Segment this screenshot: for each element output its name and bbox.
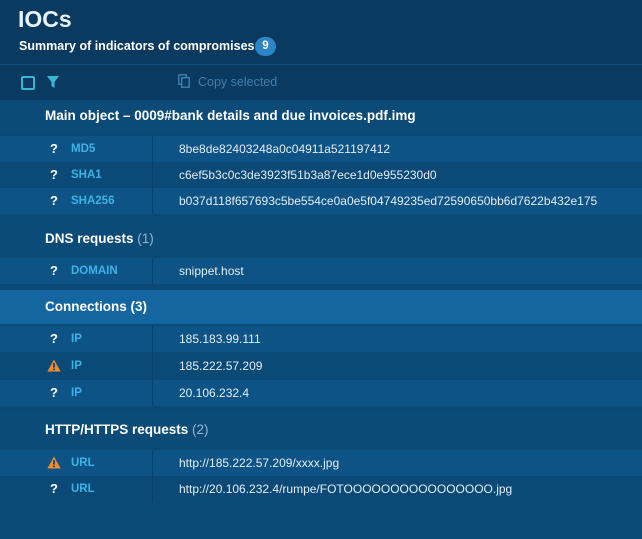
warning-icon <box>47 359 61 372</box>
ioc-row[interactable]: ? MD5 8be8de82403248a0c04911a521197412 <box>0 136 642 162</box>
ioc-row[interactable]: ? URL http://20.106.232.4/rumpe/FOTOOOOOOO… <box>0 476 642 502</box>
status-warning <box>46 353 62 379</box>
copy-icon[interactable] <box>178 74 190 88</box>
ioc-type: IP <box>71 387 82 399</box>
section-header: DNS requests (1) <box>0 222 642 256</box>
column-divider <box>152 380 153 406</box>
column-divider <box>152 136 153 162</box>
status-unknown-icon: ? <box>50 193 58 208</box>
ioc-value[interactable]: 8be8de82403248a0c04911a521197412 <box>179 136 390 162</box>
section-count: (1) <box>133 231 154 246</box>
column-divider <box>152 476 153 502</box>
ioc-type: IP <box>71 333 82 345</box>
ioc-value[interactable]: c6ef5b3c0c3de3923f51b3a87ece1d0e955230d0 <box>179 162 437 188</box>
status-unknown-icon: ? <box>50 331 58 346</box>
status-warning <box>46 450 62 476</box>
ioc-value[interactable]: http://20.106.232.4/rumpe/FOTOOOOOOOOOOO… <box>179 476 512 502</box>
section-count: (2) <box>188 422 209 437</box>
section-title: Connections (3) <box>45 299 148 314</box>
ioc-row[interactable]: IP 185.222.57.209 <box>0 353 642 379</box>
ioc-row[interactable]: URL http://185.222.57.209/xxxx.jpg <box>0 450 642 476</box>
section-header: Main object – 0009#bank details and due … <box>0 100 642 132</box>
count-badge: 9 <box>255 37 276 56</box>
ioc-value[interactable]: b037d118f657693c5be554ce0a0e5f04749235ed… <box>179 188 597 214</box>
status-unknown-icon: ? <box>50 481 58 496</box>
ioc-type: URL <box>71 483 95 495</box>
ioc-row[interactable]: ? IP 185.183.99.111 <box>0 326 642 352</box>
ioc-type: IP <box>71 360 82 372</box>
select-all-checkbox[interactable] <box>21 76 35 90</box>
toolbar: Copy selected <box>0 64 642 100</box>
section-title: Main object – 0009#bank details and due … <box>45 108 416 123</box>
section-title: DNS requests <box>45 231 134 246</box>
status-unknown-icon: ? <box>50 385 58 400</box>
column-divider <box>152 188 153 214</box>
ioc-value[interactable]: 185.222.57.209 <box>179 353 262 379</box>
section-title: HTTP/HTTPS requests <box>45 422 189 437</box>
ioc-type: URL <box>71 457 95 469</box>
page-subtitle: Summary of indicators of compromises <box>19 39 255 53</box>
ioc-row[interactable]: ? IP 20.106.232.4 <box>0 380 642 406</box>
ioc-type: SHA1 <box>71 169 102 181</box>
column-divider <box>152 450 153 476</box>
ioc-value[interactable]: 185.183.99.111 <box>179 326 261 352</box>
header: IOCs Summary of indicators of compromise… <box>0 0 642 64</box>
warning-icon <box>47 456 61 469</box>
section-header: Connections (3) <box>0 290 642 324</box>
ioc-value[interactable]: snippet.host <box>179 258 244 284</box>
ioc-value[interactable]: http://185.222.57.209/xxxx.jpg <box>179 450 339 476</box>
status-unknown-icon: ? <box>50 167 58 182</box>
ioc-value[interactable]: 20.106.232.4 <box>179 380 249 406</box>
status-unknown-icon: ? <box>50 141 58 156</box>
ioc-row[interactable]: ? SHA256 b037d118f657693c5be554ce0a0e5f047… <box>0 188 642 214</box>
column-divider <box>152 258 153 284</box>
page-title: IOCs <box>18 6 72 32</box>
column-divider <box>152 353 153 379</box>
column-divider <box>152 162 153 188</box>
ioc-type: MD5 <box>71 143 96 155</box>
ioc-row[interactable]: ? DOMAIN snippet.host <box>0 258 642 284</box>
ioc-row[interactable]: ? SHA1 c6ef5b3c0c3de3923f51b3a87ece1d0e955… <box>0 162 642 188</box>
section-header: HTTP/HTTPS requests (2) <box>0 413 642 447</box>
ioc-type: SHA256 <box>71 195 115 207</box>
ioc-type: DOMAIN <box>71 265 118 277</box>
copy-selected-button[interactable]: Copy selected <box>198 75 277 89</box>
column-divider <box>152 326 153 352</box>
status-unknown-icon: ? <box>50 263 58 278</box>
filter-icon[interactable] <box>47 75 59 89</box>
